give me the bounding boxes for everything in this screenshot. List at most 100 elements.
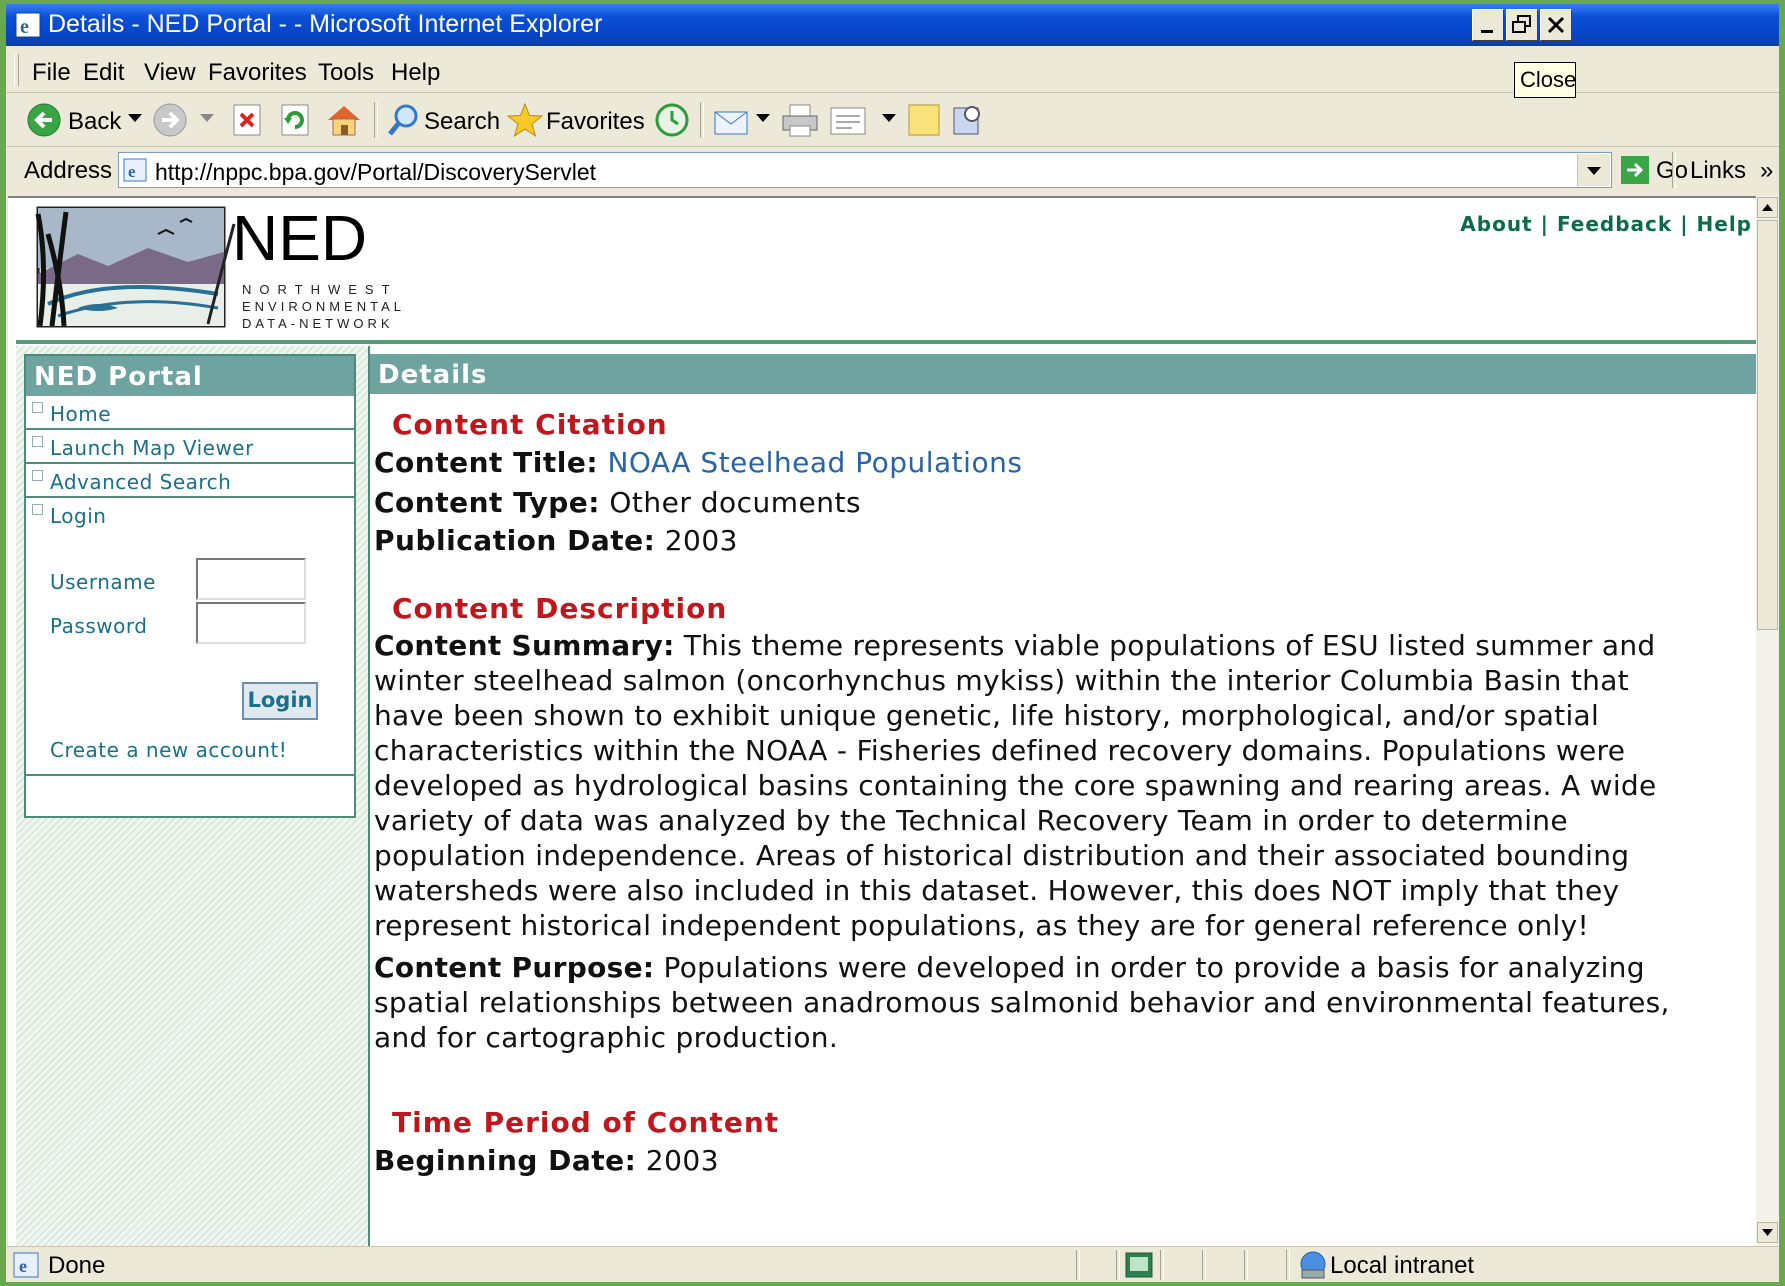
field-label: Content Type:	[374, 486, 600, 519]
field-label: Content Title:	[374, 446, 599, 479]
menu-view[interactable]: View	[144, 59, 196, 87]
column-divider	[368, 346, 370, 1246]
summary-line: winter steelhead salmon (oncorhynchus my…	[374, 664, 1629, 697]
password-label: Password	[50, 614, 148, 638]
sidebar-panel: NED Portal Home Launch Map Viewer Advanc…	[24, 354, 356, 818]
history-button[interactable]	[652, 102, 692, 138]
content-title-field: Content Title: NOAA Steelhead Population…	[374, 446, 1022, 479]
ned-logo: NED NORTHWEST ENVIRONMENTAL DATA-NETWORK	[18, 202, 478, 336]
title-bar: e Details - NED Portal - - Microsoft Int…	[6, 4, 1779, 46]
field-value: 2003	[664, 524, 738, 557]
address-input[interactable]: e http://nppc.bpa.gov/Portal/DiscoverySe…	[118, 152, 1612, 188]
field-value: 2003	[645, 1144, 720, 1177]
print-button[interactable]	[780, 102, 820, 138]
back-label: Back	[68, 108, 122, 135]
link-separator: |	[1680, 212, 1689, 236]
status-separator	[1286, 1250, 1290, 1280]
menu-favorites[interactable]: Favorites	[208, 59, 307, 87]
description-heading: Content Description	[392, 592, 728, 625]
status-bar: e Done Local intranet	[6, 1246, 1779, 1283]
restore-button[interactable]	[1506, 9, 1538, 41]
about-link[interactable]: About	[1460, 212, 1532, 236]
window-title: Details - NED Portal - - Microsoft Inter…	[48, 10, 603, 38]
sidebar-item-label[interactable]: Login	[50, 504, 106, 528]
ie-icon: e	[14, 11, 42, 39]
toolbar-separator	[1672, 152, 1676, 188]
local-intranet-icon	[1296, 1250, 1330, 1284]
scroll-thumb[interactable]	[1757, 220, 1778, 630]
sidebar-item-label[interactable]: Launch Map Viewer	[50, 436, 254, 460]
field-value: Other documents	[609, 486, 862, 519]
stop-button[interactable]	[230, 102, 266, 138]
purpose-line: and for cartographic production.	[374, 1021, 839, 1054]
standard-toolbar: Back Search Favorites	[6, 94, 1779, 147]
go-arrow-icon	[1621, 156, 1649, 184]
discuss-note-icon	[908, 104, 940, 136]
page-done-icon: e	[12, 1251, 40, 1283]
username-field[interactable]	[196, 558, 306, 600]
scroll-up-icon[interactable]	[1757, 197, 1778, 218]
close-button[interactable]	[1540, 9, 1572, 41]
refresh-button[interactable]	[278, 102, 314, 138]
summary-line-1: Content Summary: This theme represents v…	[374, 628, 1752, 663]
edit-button[interactable]	[828, 102, 898, 138]
mail-button[interactable]	[712, 102, 774, 138]
search-button[interactable]: Search	[386, 102, 501, 138]
scroll-down-icon[interactable]	[1757, 1222, 1778, 1243]
sidebar-item-launch-map-viewer[interactable]: Launch Map Viewer	[26, 430, 354, 464]
discuss-button[interactable]	[906, 102, 942, 138]
create-account-link[interactable]: Create a new account!	[50, 738, 287, 762]
edit-page-icon	[830, 107, 866, 135]
sidebar-divider	[26, 774, 354, 776]
favorites-button[interactable]: Favorites	[506, 102, 646, 138]
sidebar-item-label[interactable]: Advanced Search	[50, 470, 231, 494]
field-label: Content Summary:	[374, 629, 675, 662]
details-header: Details	[370, 354, 1756, 394]
status-text: Done	[48, 1252, 106, 1279]
bullet-icon	[32, 504, 43, 515]
forward-button[interactable]	[152, 102, 222, 138]
toolbar-separator	[374, 102, 378, 138]
menu-tools[interactable]: Tools	[318, 59, 374, 87]
back-button[interactable]: Back	[26, 102, 146, 138]
menu-help[interactable]: Help	[391, 59, 440, 87]
svg-text:e: e	[20, 16, 29, 38]
logo-ned-text: NED	[232, 204, 367, 274]
address-label: Address	[24, 157, 113, 184]
favorites-label: Favorites	[546, 108, 645, 135]
sidebar-item-advanced-search[interactable]: Advanced Search	[26, 464, 354, 498]
menu-edit[interactable]: Edit	[83, 59, 124, 87]
content-title-link[interactable]: NOAA Steelhead Populations	[607, 446, 1022, 479]
feedback-link[interactable]: Feedback	[1557, 212, 1672, 236]
home-icon	[328, 106, 360, 136]
field-label: Beginning Date:	[374, 1144, 637, 1177]
minimize-button[interactable]	[1472, 9, 1504, 41]
logo-line2: ENVIRONMENTAL	[242, 299, 405, 314]
address-dropdown-icon[interactable]	[1577, 154, 1610, 186]
zone-text: Local intranet	[1330, 1252, 1475, 1279]
sidebar-item-home[interactable]: Home	[26, 396, 354, 430]
help-link[interactable]: Help	[1697, 212, 1752, 236]
summary-line: population independence. Areas of histor…	[374, 839, 1630, 872]
search-label: Search	[424, 108, 501, 135]
research-button[interactable]	[950, 102, 986, 138]
mail-icon	[714, 111, 748, 135]
field-label: Content Purpose:	[374, 951, 655, 984]
menu-grip	[14, 54, 19, 86]
favorites-star-icon	[506, 102, 544, 138]
password-field[interactable]	[196, 602, 306, 644]
links-toolbar[interactable]: Links »	[1690, 157, 1773, 185]
login-button[interactable]: Login	[242, 682, 318, 720]
toolbar-separator	[700, 102, 704, 138]
home-button[interactable]	[324, 102, 364, 138]
sidebar-item-label[interactable]: Home	[50, 402, 111, 426]
bullet-icon	[32, 470, 43, 481]
menu-file[interactable]: File	[32, 59, 71, 87]
sidebar-item-login[interactable]: Login	[26, 498, 354, 532]
summary-text: This theme represents viable populations…	[674, 629, 1656, 662]
address-url: http://nppc.bpa.gov/Portal/DiscoveryServ…	[155, 159, 597, 185]
vertical-scrollbar[interactable]	[1756, 196, 1779, 1246]
logo-line3: DATA-NETWORK	[242, 316, 394, 331]
edit-dropdown-icon	[882, 114, 896, 122]
summary-line: watersheds were also included in this da…	[374, 874, 1620, 907]
